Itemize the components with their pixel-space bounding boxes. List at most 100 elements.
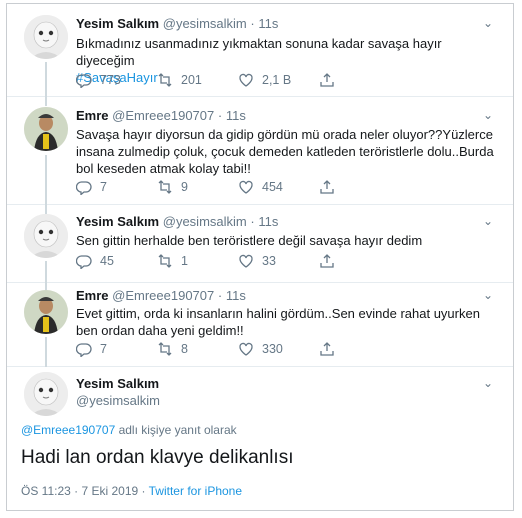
tweet-text: Sen gittin herhalde ben teröristlere değ… bbox=[76, 233, 423, 248]
reply-label: adlı kişiye yanıt olarak bbox=[115, 423, 237, 437]
thread-connector bbox=[45, 283, 47, 290]
main-tweet: Yesim Salkım @yesimsalkim ⌄ @Emreee19070… bbox=[7, 367, 513, 510]
avatar-emre[interactable] bbox=[24, 107, 68, 151]
tweet-time[interactable]: 11s bbox=[226, 108, 246, 123]
like-button[interactable]: 330 bbox=[238, 341, 283, 357]
display-name[interactable]: Yesim Salkım bbox=[76, 214, 159, 229]
reply-icon bbox=[76, 181, 92, 195]
chevron-down-icon[interactable]: ⌄ bbox=[483, 376, 493, 390]
like-button[interactable]: 33 bbox=[238, 253, 276, 269]
retweet-button[interactable]: 1 bbox=[157, 253, 188, 269]
display-name[interactable]: Yesim Salkım bbox=[76, 376, 159, 391]
tweet-header: Yesim Salkım @yesimsalkim · 11s bbox=[76, 214, 278, 229]
chevron-down-icon[interactable]: ⌄ bbox=[483, 288, 493, 302]
tweet-text: Savaşa hayır diyorsun da gidip gördün mü… bbox=[76, 127, 494, 176]
avatar-yesim[interactable] bbox=[24, 372, 68, 416]
share-icon bbox=[320, 73, 334, 87]
share-icon bbox=[320, 180, 334, 194]
thread-connector bbox=[45, 205, 47, 214]
share-icon bbox=[320, 254, 334, 268]
tweet-meta: ÖS 11:23 · 7 Eki 2019 · Twitter for iPho… bbox=[21, 484, 242, 498]
share-button[interactable] bbox=[319, 179, 343, 195]
heart-icon bbox=[239, 254, 253, 268]
tweet-header: Emre @Emreee190707 · 11s bbox=[76, 108, 246, 123]
display-name[interactable]: Emre bbox=[76, 288, 109, 303]
like-count: 454 bbox=[262, 180, 283, 194]
avatar-emre[interactable] bbox=[24, 290, 68, 334]
tweet-actions: 7 8 330 bbox=[76, 341, 356, 359]
reply-icon bbox=[76, 255, 92, 269]
tweet-actions: 7 9 454 bbox=[76, 179, 356, 197]
tweet-handle-line: @yesimsalkim bbox=[76, 393, 160, 408]
thread-connector bbox=[45, 97, 47, 106]
share-icon bbox=[320, 342, 334, 356]
reply-count: 45 bbox=[100, 254, 114, 268]
like-button[interactable]: 2,1 B bbox=[238, 72, 291, 88]
user-handle[interactable]: @Emreee190707 bbox=[112, 108, 214, 123]
retweet-icon bbox=[158, 342, 172, 356]
like-count: 330 bbox=[262, 342, 283, 356]
baby-avatar-image bbox=[24, 15, 68, 59]
reply-mention-link[interactable]: @Emreee190707 bbox=[21, 423, 115, 437]
heart-icon bbox=[239, 180, 253, 194]
tweet-4[interactable]: Emre @Emreee190707 · 11s ⌄ Evet gittim, … bbox=[7, 283, 513, 367]
tweet-actions: 45 1 33 bbox=[76, 253, 356, 271]
tweet-time[interactable]: 11s bbox=[226, 288, 246, 303]
retweet-count: 1 bbox=[181, 254, 188, 268]
retweet-icon bbox=[158, 254, 172, 268]
user-handle[interactable]: @yesimsalkim bbox=[76, 393, 160, 408]
user-handle[interactable]: @yesimsalkim bbox=[163, 214, 247, 229]
tweet-time[interactable]: 11s bbox=[258, 214, 278, 229]
tweet-header: Yesim Salkım @yesimsalkim · 11s bbox=[76, 16, 278, 31]
share-button[interactable] bbox=[319, 253, 343, 269]
tweet-body: Bıkmadınız usanmadınız yıkmaktan sonuna … bbox=[76, 36, 442, 68]
tweet-3[interactable]: Yesim Salkım @yesimsalkim · 11s ⌄ Sen gi… bbox=[7, 205, 513, 283]
tweet-header: Yesim Salkım bbox=[76, 376, 159, 391]
reply-button[interactable]: 7 bbox=[76, 179, 107, 195]
like-button[interactable]: 454 bbox=[238, 179, 283, 195]
retweet-count: 201 bbox=[181, 73, 202, 87]
soldier-avatar-image bbox=[24, 107, 68, 151]
reply-button[interactable]: 45 bbox=[76, 253, 114, 269]
display-name[interactable]: Yesim Salkım bbox=[76, 16, 159, 31]
reply-icon bbox=[76, 74, 92, 88]
chevron-down-icon[interactable]: ⌄ bbox=[483, 108, 493, 122]
thread-connector bbox=[45, 261, 47, 283]
tweet-source-link[interactable]: Twitter for iPhone bbox=[149, 484, 242, 498]
reply-count: 7 bbox=[100, 180, 107, 194]
soldier-avatar-image bbox=[24, 290, 68, 334]
baby-avatar-image bbox=[24, 372, 68, 416]
reply-button[interactable]: 7 bbox=[76, 341, 107, 357]
separator-dot: · bbox=[250, 214, 255, 229]
like-count: 2,1 B bbox=[262, 73, 292, 87]
tweet-2[interactable]: Emre @Emreee190707 · 11s ⌄ Savaşa hayır … bbox=[7, 97, 513, 205]
retweet-button[interactable]: 9 bbox=[157, 179, 188, 195]
reply-button[interactable]: 773 bbox=[76, 72, 121, 88]
tweet-time[interactable]: 11s bbox=[258, 16, 278, 31]
baby-avatar-image bbox=[24, 214, 68, 258]
avatar-yesim[interactable] bbox=[24, 214, 68, 258]
user-handle[interactable]: @yesimsalkim bbox=[163, 16, 247, 31]
share-button[interactable] bbox=[319, 72, 343, 88]
retweet-count: 9 bbox=[181, 180, 188, 194]
thread-connector bbox=[45, 155, 47, 205]
avatar-yesim[interactable] bbox=[24, 15, 68, 59]
chevron-down-icon[interactable]: ⌄ bbox=[483, 214, 493, 228]
like-count: 33 bbox=[262, 254, 276, 268]
user-handle[interactable]: @Emreee190707 bbox=[112, 288, 214, 303]
display-name[interactable]: Emre bbox=[76, 108, 109, 123]
reply-count: 773 bbox=[100, 73, 121, 87]
tweet-1[interactable]: Yesim Salkım @yesimsalkim · 11s ⌄ Bıkmad… bbox=[7, 4, 513, 97]
heart-icon bbox=[239, 73, 253, 87]
tweet-timestamp[interactable]: ÖS 11:23 · 7 Eki 2019 · bbox=[21, 484, 149, 498]
separator-dot: · bbox=[217, 288, 223, 303]
replying-to: @Emreee190707 adlı kişiye yanıt olarak bbox=[21, 423, 237, 437]
tweet-header: Emre @Emreee190707 · 11s bbox=[76, 288, 246, 303]
share-button[interactable] bbox=[319, 341, 343, 357]
thread-connector bbox=[45, 62, 47, 97]
retweet-button[interactable]: 201 bbox=[157, 72, 202, 88]
chevron-down-icon[interactable]: ⌄ bbox=[483, 16, 493, 30]
retweet-button[interactable]: 8 bbox=[157, 341, 188, 357]
heart-icon bbox=[239, 342, 253, 356]
tweet-actions: 773 201 2,1 B bbox=[76, 72, 356, 90]
